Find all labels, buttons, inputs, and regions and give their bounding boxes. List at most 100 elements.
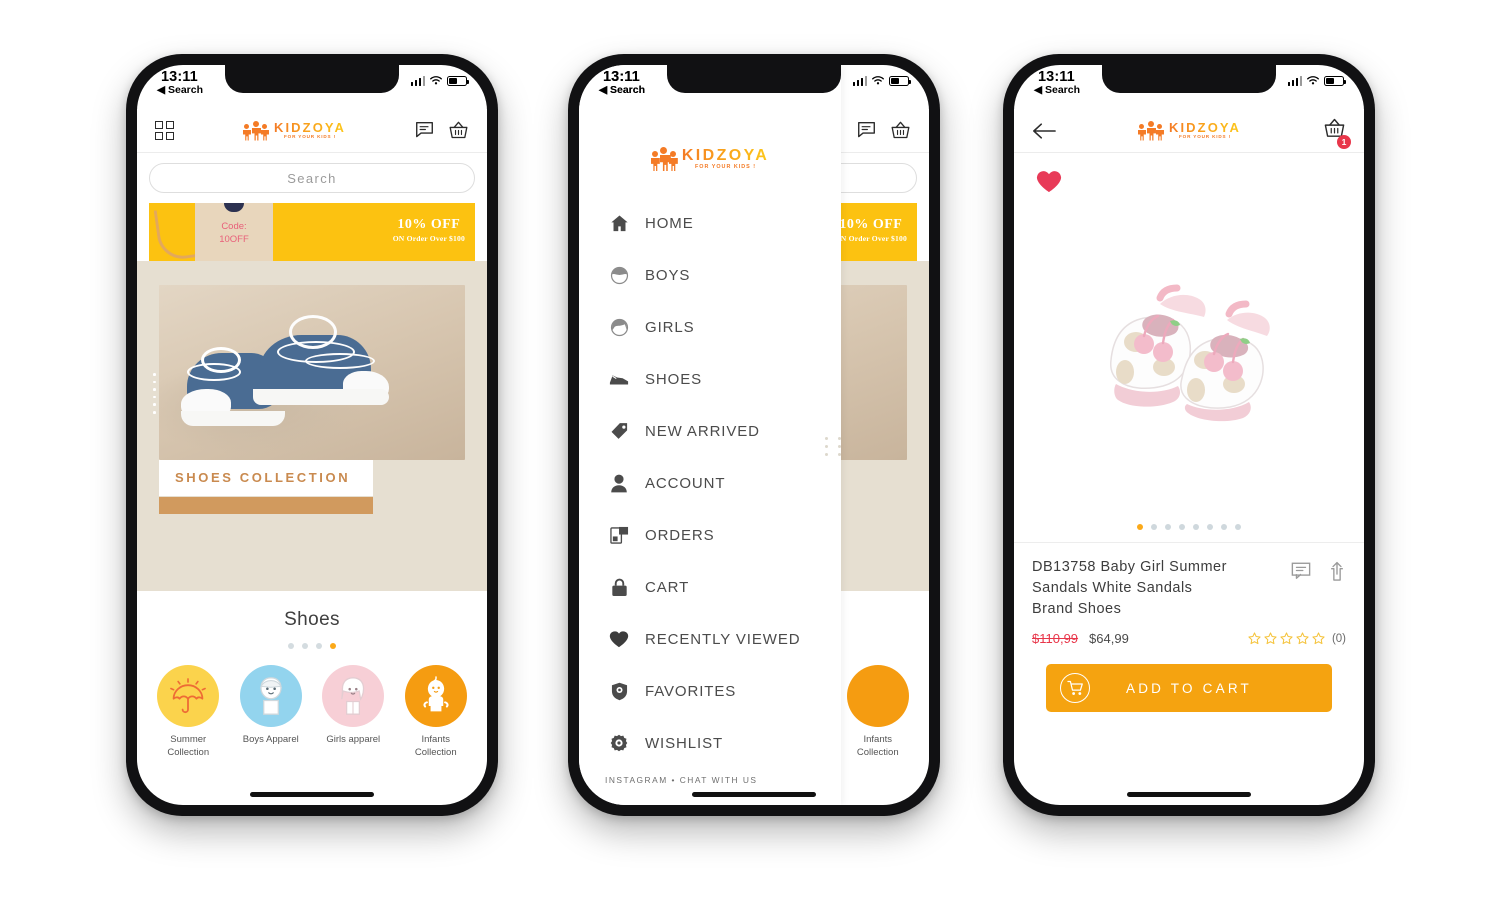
cat-line2: Collection	[167, 746, 210, 758]
product-carousel-dots[interactable]	[1014, 516, 1364, 542]
family-figures-icon	[242, 120, 269, 141]
share-icon[interactable]	[1328, 561, 1346, 582]
product-header: KIDZOYA FOR YOUR KIDS ! 1	[1014, 109, 1364, 153]
status-time: 13:11	[161, 69, 198, 85]
rating[interactable]: (0)	[1248, 632, 1346, 645]
category-row: SummerCollection Boys Apparel Girls appa…	[137, 649, 487, 760]
grid-menu-icon[interactable]	[155, 121, 174, 140]
promo-banner[interactable]: Code: 10OFF 10% OFF ON Order Over $100	[149, 203, 475, 261]
brand-tagline: FOR YOUR KIDS !	[694, 164, 757, 171]
promo-code-label: Code:	[221, 221, 247, 232]
status-time: 13:11	[603, 69, 640, 85]
cat-line1: Summer	[170, 734, 207, 745]
status-left: 13:11 ◀ Search	[157, 69, 203, 96]
menu-item-orders[interactable]: ORDERS	[609, 509, 841, 561]
status-right	[852, 69, 911, 86]
category-infants-collection[interactable]: Infants Collection	[395, 665, 477, 760]
drawer-footer[interactable]: INSTAGRAM • CHAT WITH US	[579, 769, 841, 805]
old-price: $110,99	[1032, 631, 1079, 647]
menu-item-label: WISHLIST	[645, 734, 724, 752]
menu-item-label: FAVORITES	[645, 682, 737, 700]
home-indicator	[1127, 792, 1251, 797]
menu-item-label: CART	[645, 578, 690, 596]
menu-item-new-arrived[interactable]: NEW ARRIVED	[609, 405, 841, 457]
boy-icon	[239, 665, 302, 727]
header-actions	[415, 120, 469, 141]
review-icon[interactable]	[1291, 561, 1311, 581]
star-icon	[1312, 632, 1325, 645]
cat-line2: Collection	[856, 746, 899, 758]
brand-tagline: FOR YOUR KIDS !	[1179, 134, 1231, 140]
brand-text: KIDZOYA FOR YOUR KIDS !	[682, 147, 769, 171]
promo-headline: 10% OFF	[397, 217, 461, 232]
brand-logo: KIDZOYA FOR YOUR KIDS !	[242, 120, 346, 141]
baby-icon	[404, 665, 467, 727]
star-icon	[1296, 632, 1309, 645]
screen-1: 13:11 ◀ Search KIDZOYA FOR YOUR KIDS ! S…	[137, 65, 487, 805]
boy-head-icon	[609, 266, 629, 285]
battery-icon	[889, 75, 911, 86]
status-back-label[interactable]: ◀ Search	[157, 84, 203, 96]
girl-icon	[322, 665, 385, 727]
promo-code: Code: 10OFF	[205, 221, 263, 247]
star-icon	[1264, 632, 1277, 645]
product-title-row: DB13758 Baby Girl Summer Sandals White S…	[1032, 557, 1346, 620]
category-boys-apparel[interactable]: Boys Apparel	[230, 665, 312, 760]
family-figures-icon	[1137, 120, 1164, 141]
brand-logo: KIDZOYA FOR YOUR KIDS !	[1137, 119, 1241, 141]
category-label: Boys Apparel	[242, 734, 299, 745]
menu-item-favorites[interactable]: FAVORITES	[609, 665, 841, 717]
status-back-label[interactable]: ◀ Search	[1034, 84, 1080, 96]
basket-icon[interactable]	[448, 120, 469, 141]
status-time: 13:11	[1038, 69, 1075, 85]
menu-item-home[interactable]: HOME	[609, 197, 841, 249]
menu-item-girls[interactable]: GIRLS	[609, 301, 841, 353]
brand-tagline: FOR YOUR KIDS !	[284, 134, 336, 140]
back-arrow-icon[interactable]	[1032, 122, 1056, 140]
current-price: $64,99	[1089, 631, 1129, 647]
cat-line2: Collection	[414, 746, 457, 758]
chat-icon[interactable]	[415, 121, 434, 140]
promo-offer: 10% OFF ON Order Over $100	[393, 217, 465, 243]
brand-name: KIDZOYA	[1168, 119, 1241, 135]
wifi-icon	[430, 76, 442, 85]
promo-headline: 10% OFF	[839, 217, 903, 232]
hero-image-denim-sneakers	[159, 285, 465, 460]
carousel-dots-home[interactable]	[137, 631, 487, 649]
cart-button[interactable]: 1	[1323, 117, 1351, 149]
menu-item-shoes[interactable]: SHOES	[609, 353, 841, 405]
heart-filled-icon	[1036, 171, 1062, 192]
search-placeholder: Search	[287, 170, 337, 186]
hero-label-text: SHOES COLLECTION	[175, 469, 351, 485]
battery-icon	[447, 75, 469, 86]
status-back-text: Search	[1045, 84, 1081, 96]
hero-shoes-collection[interactable]: SHOES COLLECTION	[137, 261, 487, 591]
menu-item-wishlist[interactable]: WISHLIST	[609, 717, 841, 769]
menu-item-cart[interactable]: CART	[609, 561, 841, 613]
status-back-text: Search	[168, 84, 204, 96]
category-girls-apparel[interactable]: Girls apparel	[312, 665, 394, 760]
phone-drawer-menu: 13:11 ◀ Search 10% OFF ON Order Over $10…	[568, 54, 940, 816]
umbrella-icon	[157, 665, 220, 727]
hero-label-box: SHOES COLLECTION	[159, 458, 373, 496]
wifi-icon	[1307, 76, 1319, 85]
product-image-sandals[interactable]	[1014, 198, 1364, 516]
add-to-cart-button[interactable]: ADD TO CART	[1046, 664, 1332, 713]
gear-icon	[609, 734, 629, 752]
search-area: Search	[137, 153, 487, 201]
drawer-drag-handle[interactable]	[825, 437, 844, 456]
category-infants-collection[interactable]: Infants Collection	[837, 665, 919, 760]
category-summer-collection[interactable]: SummerCollection	[147, 665, 229, 760]
menu-item-recently-viewed[interactable]: RECENTLY VIEWED	[609, 613, 841, 665]
search-input[interactable]: Search	[149, 163, 475, 193]
menu-item-account[interactable]: ACCOUNT	[609, 457, 841, 509]
signal-icon	[1287, 75, 1302, 86]
status-back-label[interactable]: ◀ Search	[599, 84, 645, 96]
favorite-button[interactable]	[1014, 153, 1364, 198]
basket-icon[interactable]	[890, 120, 911, 141]
category-label: Infants Collection	[395, 734, 477, 760]
hero-accent-bar	[159, 497, 373, 514]
menu-item-boys[interactable]: BOYS	[609, 249, 841, 301]
chat-icon[interactable]	[857, 121, 876, 140]
notch	[225, 65, 399, 93]
